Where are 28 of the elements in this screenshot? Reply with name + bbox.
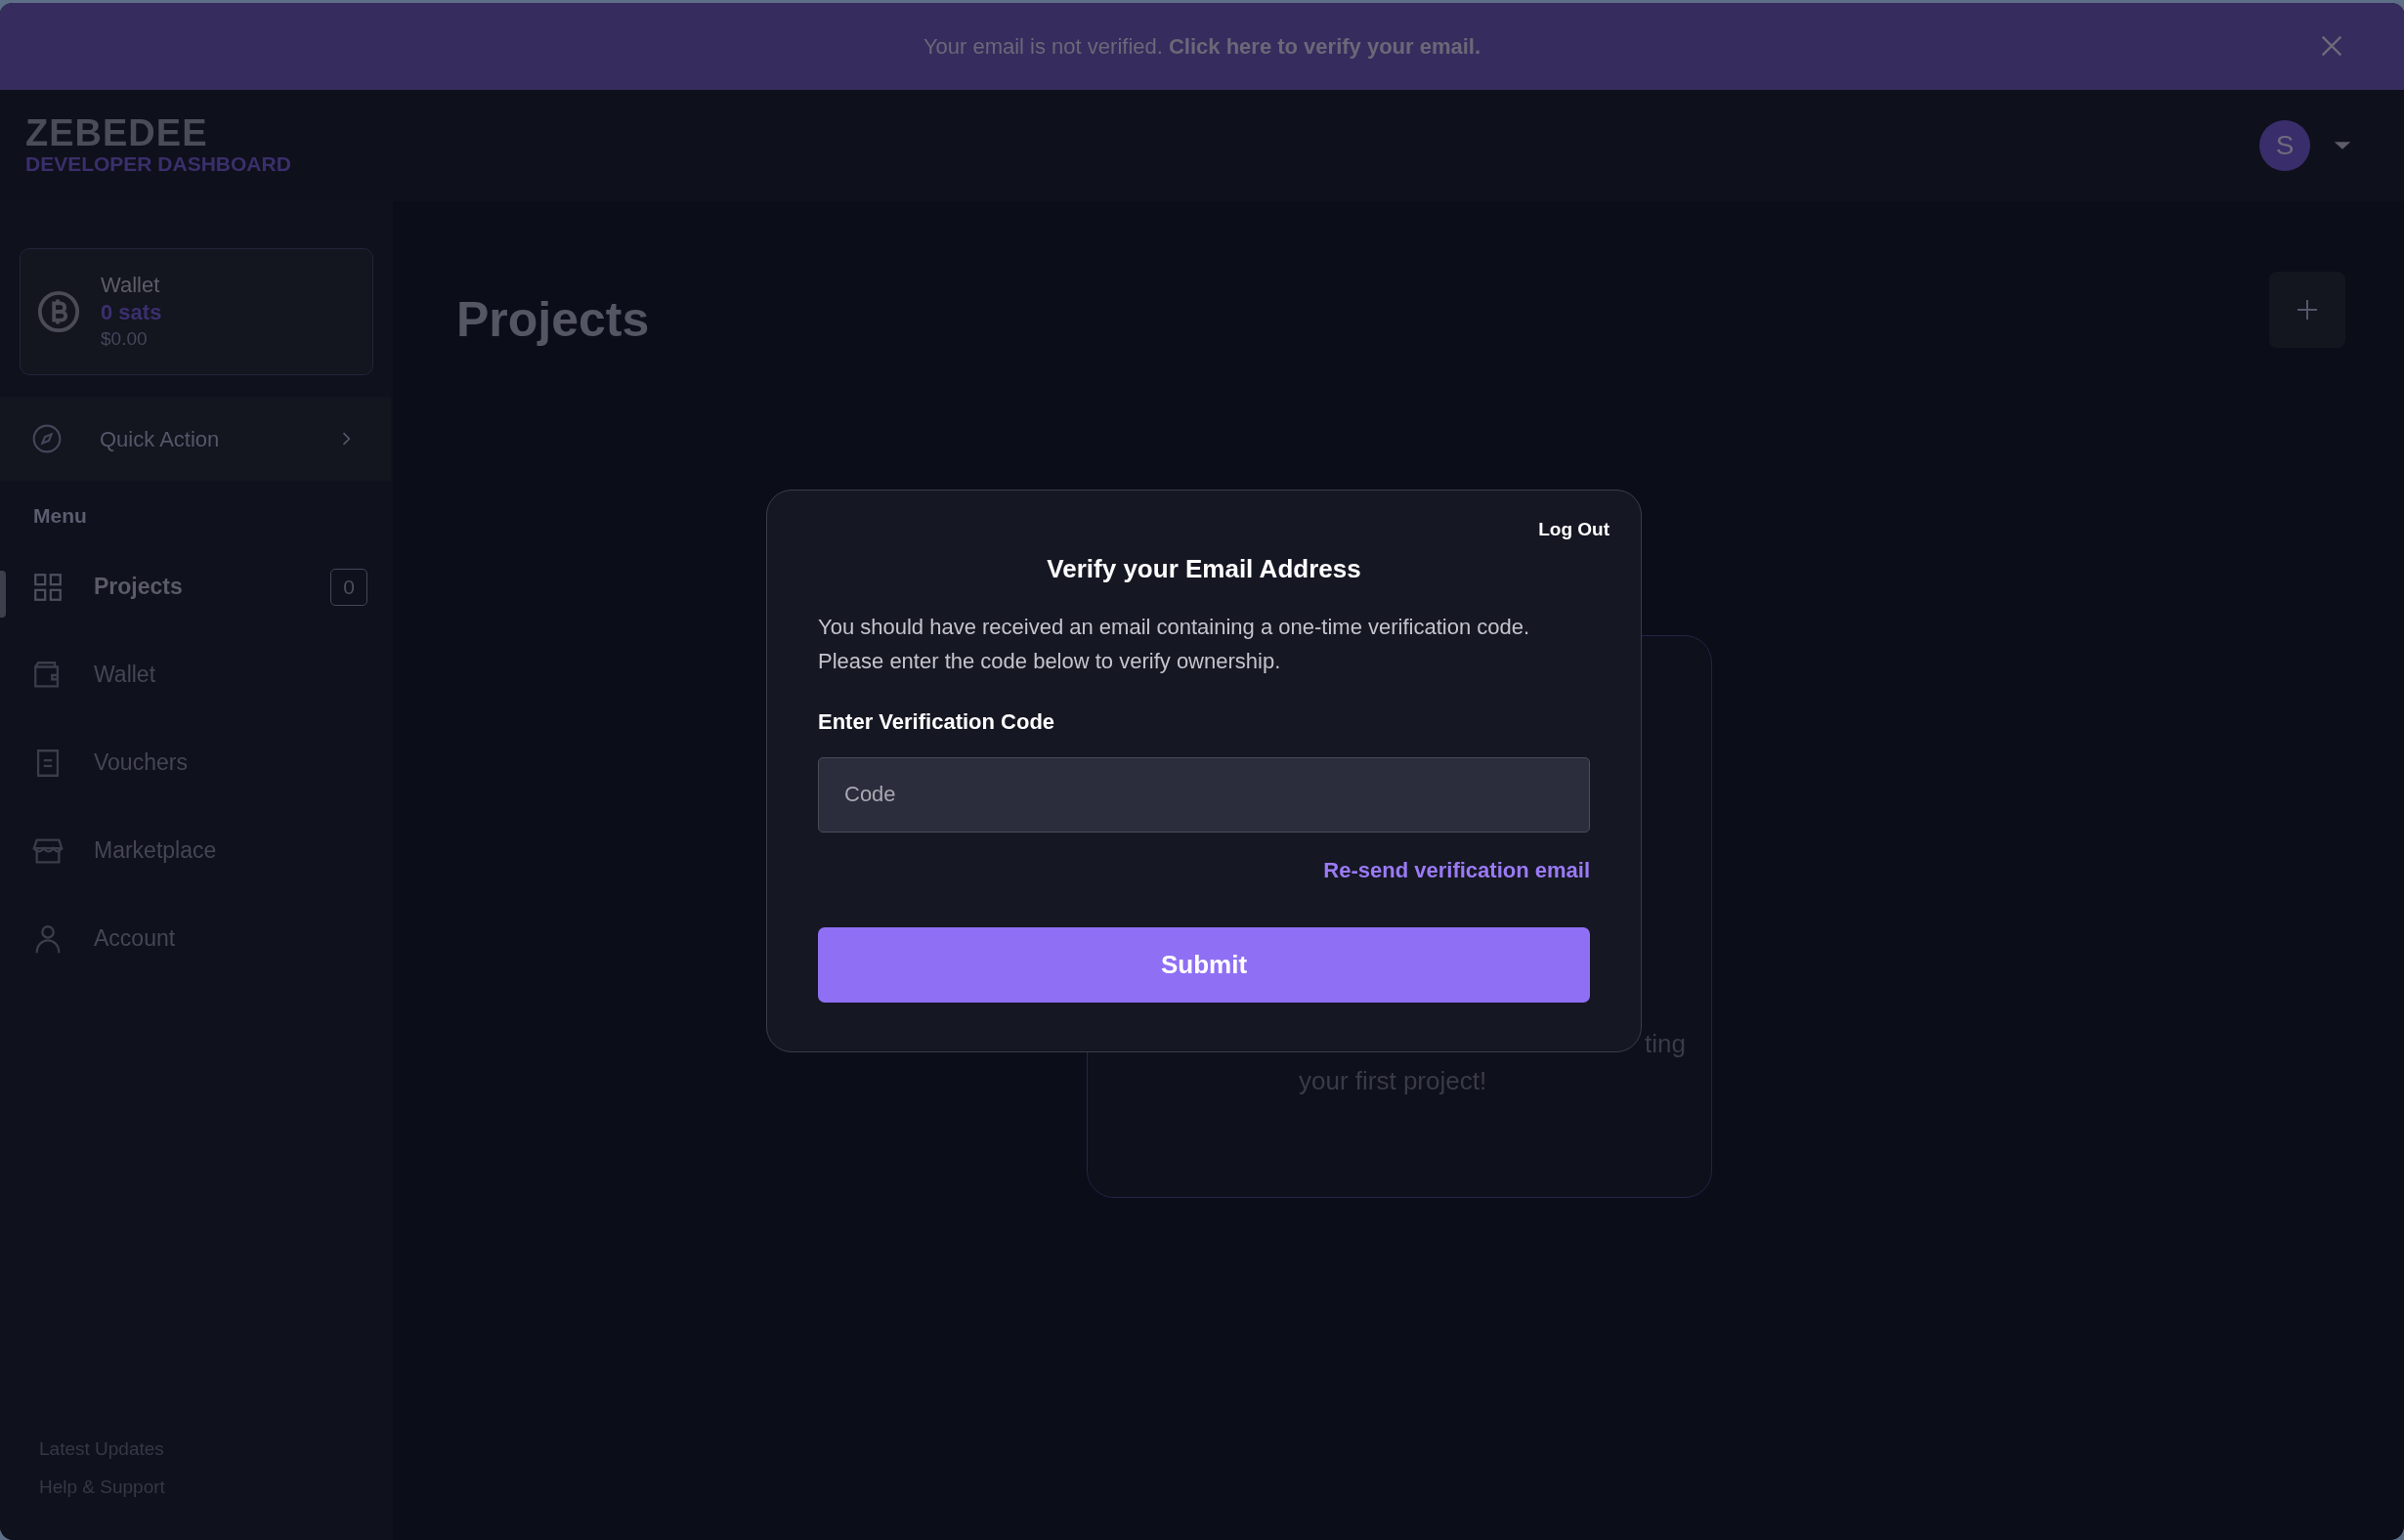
dialog-title: Verify your Email Address <box>1046 552 1362 585</box>
menu-heading: Menu <box>32 503 88 529</box>
user-menu[interactable]: S <box>2259 120 2353 171</box>
menu-item[interactable]: Account <box>31 921 367 956</box>
menu-item[interactable]: Projects <box>31 570 330 604</box>
menu-item[interactable]: Marketplace <box>31 834 367 868</box>
quick-action-button[interactable]: Quick Action <box>0 397 391 481</box>
menu-item[interactable]: Wallet <box>31 658 367 692</box>
resend-email-link[interactable]: Re-send verification email <box>1323 853 1590 886</box>
compass-icon <box>31 423 63 454</box>
submit-button[interactable]: Submit <box>818 926 1590 1003</box>
log-out-button[interactable]: Log Out <box>1538 516 1610 544</box>
user-avatar: S <box>2259 120 2310 171</box>
verify-email-link[interactable]: Click here to verify your email. <box>1168 34 1481 59</box>
page-title: Projects <box>456 291 650 349</box>
wallet-label: Wallet <box>101 272 161 299</box>
menu-item[interactable]: Vouchers <box>31 746 367 780</box>
code-input-field[interactable]: Code <box>818 756 1590 833</box>
brand-subtitle: DEVELOPER DASHBOARD <box>25 151 291 177</box>
wallet-card[interactable]: Wallet 0 sats $0.00 <box>20 248 373 375</box>
count-badge: 0 <box>330 568 367 606</box>
wallet-fiat-value: $0.00 <box>101 327 149 351</box>
bitcoin-icon <box>36 289 81 334</box>
banner-message: Your email is not verified. Click here to verify your email. <box>923 33 1481 61</box>
dialog-message: You should have received an email containing a one-time verification code. Please enter the code below to verify ownership. <box>818 613 1531 675</box>
field-label: Enter Verification Code <box>818 707 1056 736</box>
brand-logo: ZEBEDEE <box>25 114 209 151</box>
wallet-balance: 0 sats <box>101 299 162 326</box>
